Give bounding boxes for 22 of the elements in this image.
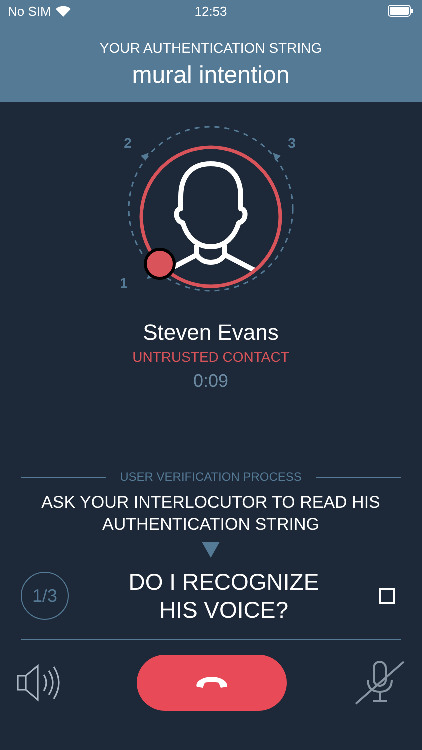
mute-button[interactable]	[354, 660, 406, 706]
hang-up-icon	[195, 676, 229, 690]
contact-name: Steven Evans	[143, 320, 279, 346]
avatar-icon	[140, 146, 282, 288]
trust-status: UNTRUSTED CONTACT	[132, 348, 290, 366]
step-number: 2	[124, 135, 132, 151]
wifi-icon	[56, 6, 72, 16]
clock-text: 12:53	[194, 4, 228, 18]
status-dot	[144, 248, 176, 280]
checkbox[interactable]	[379, 588, 395, 604]
carrier-text: No SIM	[8, 4, 52, 18]
step-number: 1	[120, 275, 128, 291]
down-triangle-icon	[202, 542, 220, 558]
call-duration: 0:09	[193, 370, 229, 392]
battery-icon	[388, 5, 414, 17]
section-title: USER VERIFICATION PROCESS	[120, 470, 302, 484]
step-counter: 1/3	[21, 572, 69, 620]
question-text: DO I RECOGNIZE HIS VOICE?	[128, 568, 320, 624]
instruction-text: ASK YOUR INTERLOCUTOR TO READ HIS AUTHENTICATION STRING	[41, 492, 381, 536]
step-number: 3	[288, 135, 296, 151]
auth-string-label: YOUR AUTHENTICATION STRING	[100, 40, 322, 56]
auth-string: mural intention	[132, 62, 290, 90]
